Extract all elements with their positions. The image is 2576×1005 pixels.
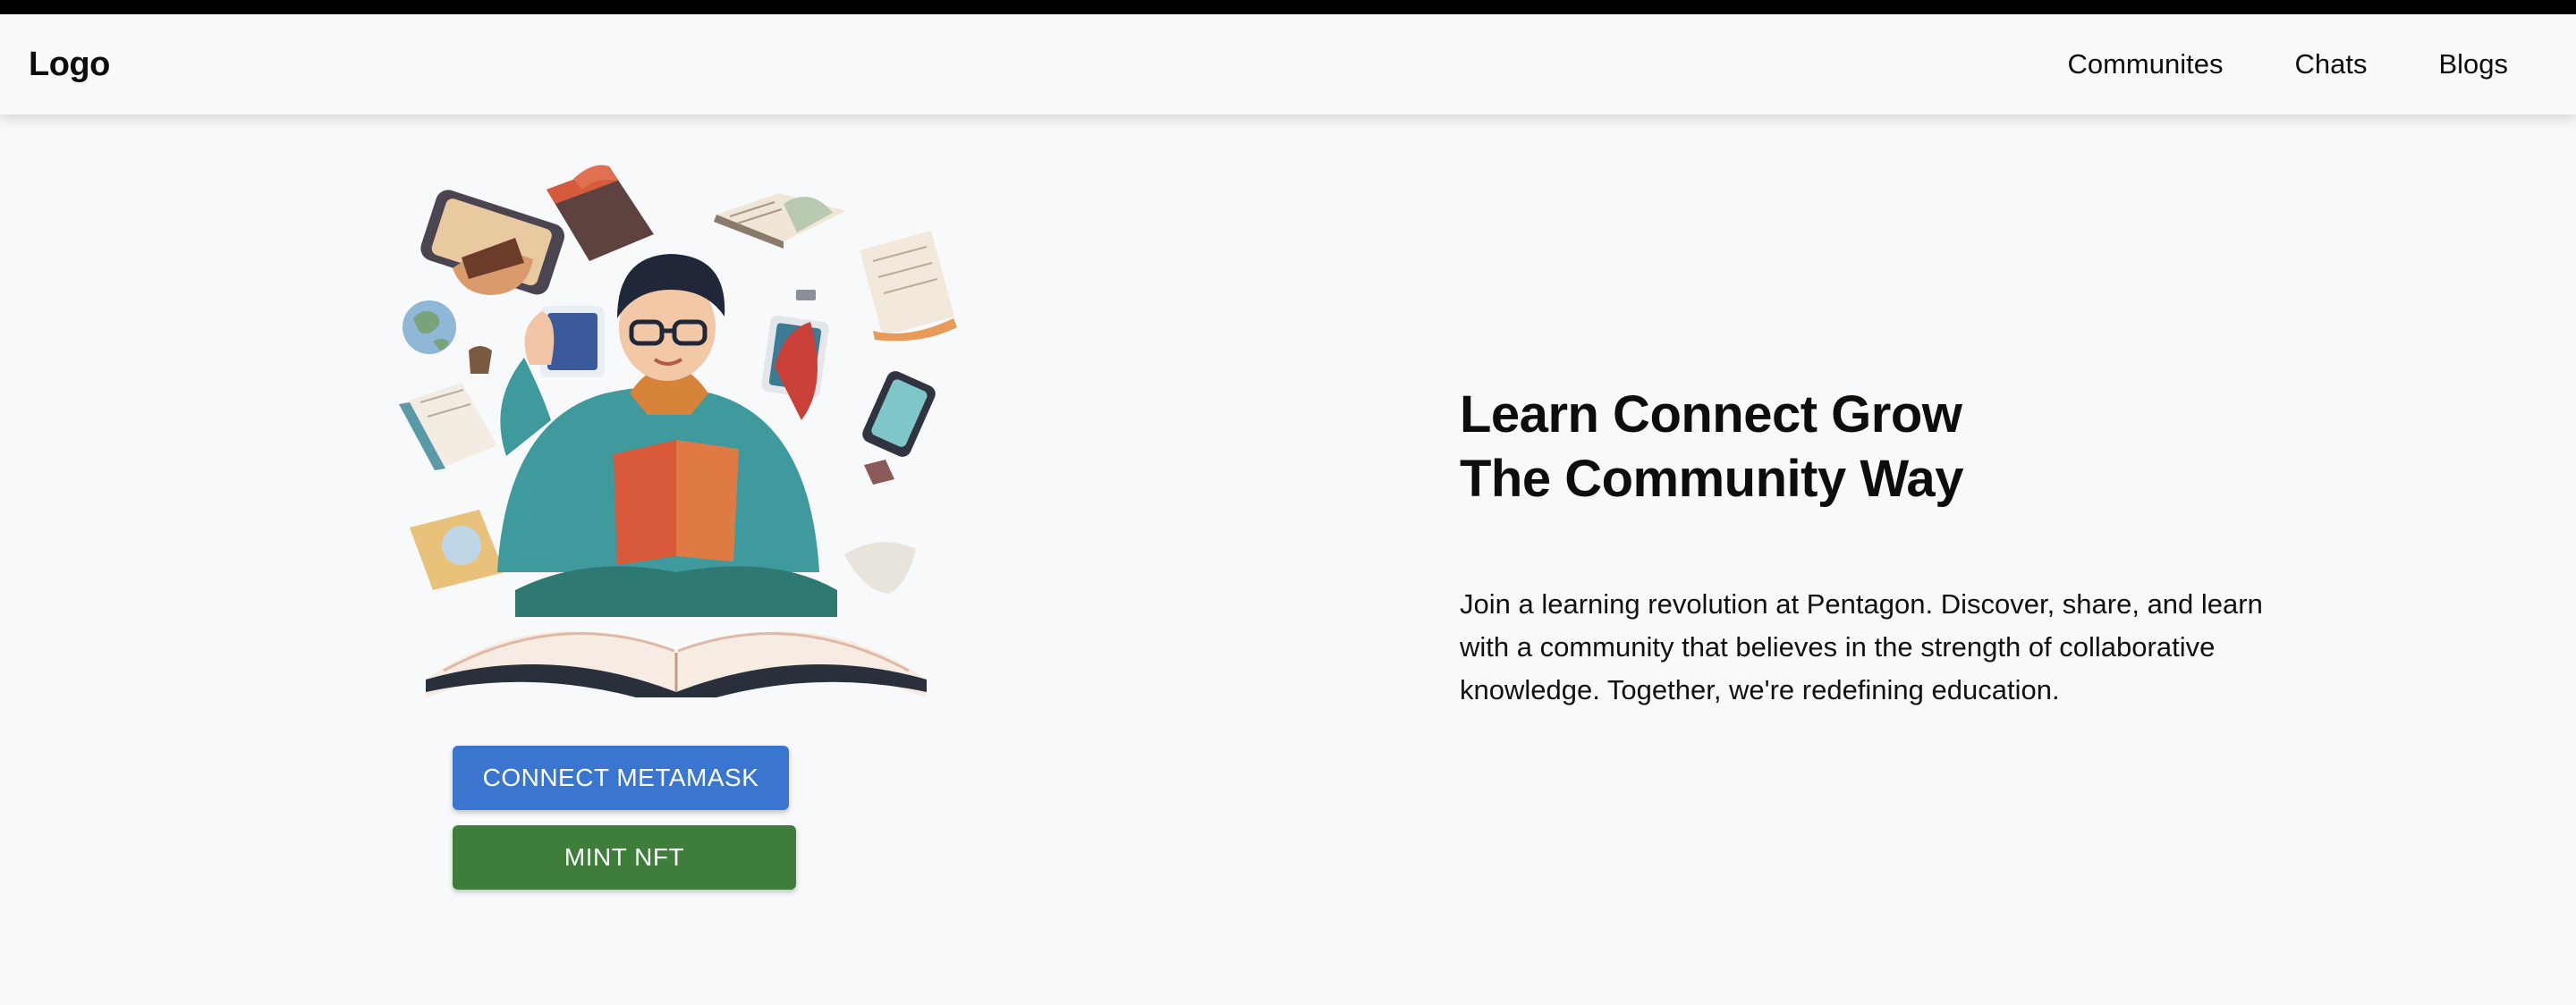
paper-icon [844,542,916,594]
nav-link-blogs[interactable]: Blogs [2438,48,2508,80]
headline-line-1: Learn Connect Grow [1460,385,1962,443]
cup-icon [469,346,492,374]
nav-link-chats[interactable]: Chats [2294,48,2367,80]
large-open-book [426,631,927,697]
book-icon [410,510,504,590]
connect-metamask-button[interactable]: CONNECT METAMASK [453,746,789,810]
wallet-icon [864,460,894,485]
smartphone-icon [862,371,936,457]
top-navbar: Logo Communites Chats Blogs [0,14,2576,114]
phone-icon [420,190,565,295]
hero-illustration [399,165,957,697]
open-book-icon [399,383,497,470]
open-book-icon [714,193,846,249]
globe-icon [402,300,456,354]
logo[interactable]: Logo [29,46,110,84]
hero-headline: Learn Connect Grow The Community Way [1460,383,1963,511]
headline-line-2: The Community Way [1460,450,1963,508]
book-stack-icon [860,231,957,342]
mint-nft-button[interactable]: MINT NFT [453,825,796,890]
browser-top-strip [0,0,2576,14]
chip-icon [796,290,816,300]
nav-link-communities[interactable]: Communites [2067,48,2223,80]
book-icon [547,165,654,261]
hero-description: Join a learning revolution at Pentagon. … [1460,588,2263,705]
nav-links: Communites Chats Blogs [2067,48,2508,80]
